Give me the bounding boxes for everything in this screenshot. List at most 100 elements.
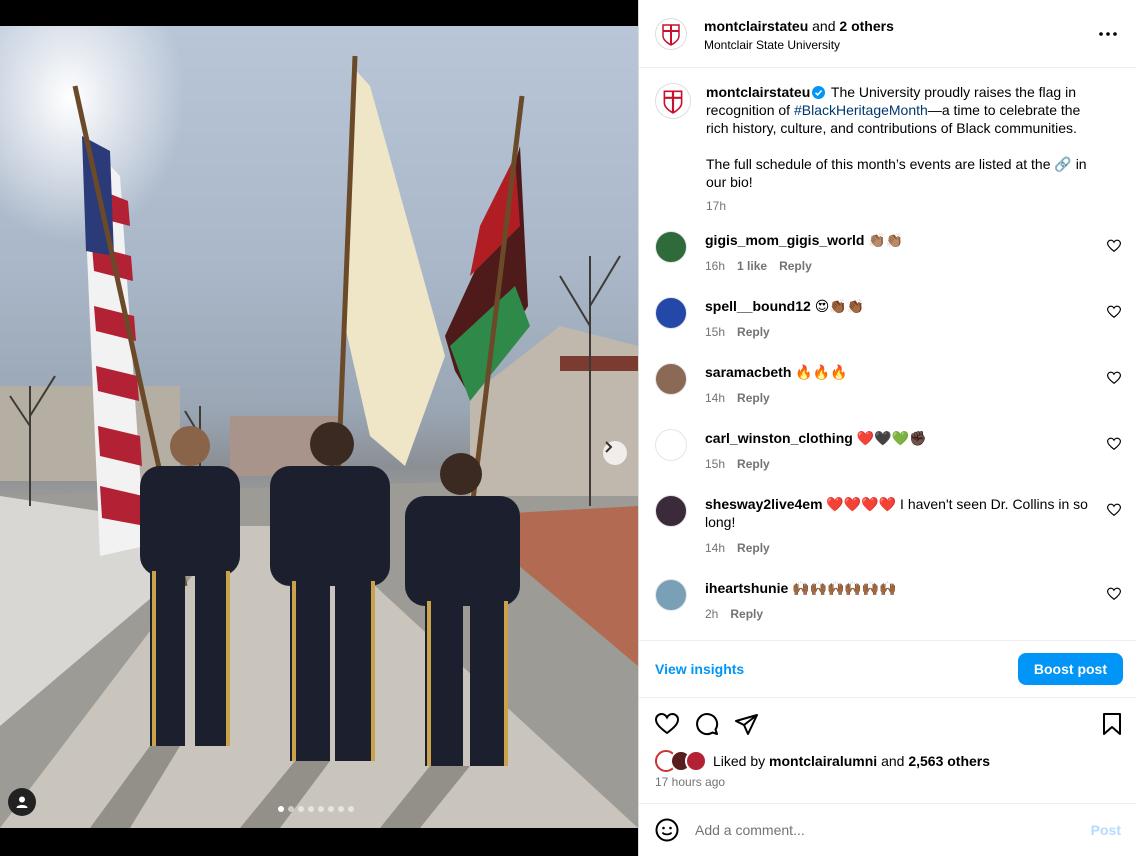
carousel-dot: [298, 806, 304, 812]
commenter-username[interactable]: spell__bound12: [705, 298, 811, 314]
post-photo[interactable]: [0, 26, 638, 828]
caption-text-second: The full schedule of this month’s events…: [706, 156, 1087, 190]
commenter-avatar[interactable]: [655, 297, 687, 329]
comment-item: iheartshunie 🙌🏾🙌🏾🙌🏾🙌🏾🙌🏾🙌🏾 2h Reply: [655, 579, 1121, 640]
carousel-dot: [328, 806, 334, 812]
carousel-dot: [278, 806, 284, 812]
reply-button[interactable]: Reply: [737, 457, 770, 471]
commenter-username[interactable]: saramacbeth: [705, 364, 791, 380]
comment-text: 😍👏🏾👏🏾: [814, 298, 865, 314]
collab-and-text: and: [812, 17, 836, 34]
comment-item: spell__bound12 😍👏🏾👏🏾 15h Reply: [655, 297, 1121, 363]
likes-prefix: Liked by: [713, 753, 766, 769]
liker-avatars: [655, 750, 707, 772]
comment-like-icon[interactable]: [1107, 371, 1121, 385]
commenter-avatar[interactable]: [655, 495, 687, 527]
heart-icon: [655, 713, 679, 735]
reply-button[interactable]: Reply: [737, 325, 770, 339]
reply-button[interactable]: Reply: [737, 391, 770, 405]
commenter-username[interactable]: gigis_mom_gigis_world: [705, 232, 864, 248]
likes-and: and: [881, 753, 905, 769]
author-avatar[interactable]: [655, 17, 687, 50]
comment-time[interactable]: 15h: [705, 325, 725, 339]
commenter-avatar[interactable]: [655, 429, 687, 461]
comment-input[interactable]: [695, 822, 1091, 838]
comment-like-icon[interactable]: [1107, 239, 1121, 253]
post-media: [0, 0, 638, 856]
likes-count[interactable]: 2,563 others: [908, 753, 990, 769]
insights-bar: View insights Boost post: [639, 640, 1136, 698]
share-icon: [735, 714, 758, 735]
commenter-username[interactable]: carl_winston_clothing: [705, 430, 853, 446]
caption-time: 17h: [706, 199, 727, 213]
university-logo-icon: [663, 90, 683, 114]
reply-button[interactable]: Reply: [779, 259, 812, 273]
comment-item: shesway2live4em ❤️❤️❤️❤️ I haven't seen …: [655, 495, 1121, 579]
carousel-dot: [348, 806, 354, 812]
comment-button[interactable]: [695, 712, 719, 736]
comment-time[interactable]: 14h: [705, 541, 725, 555]
comment-text: ❤️🖤💚✊🏿: [856, 430, 927, 446]
comment-item: carl_winston_clothing ❤️🖤💚✊🏿 15h Reply: [655, 429, 1121, 495]
commenter-username[interactable]: iheartshunie: [705, 580, 788, 596]
comment-text: 🔥🔥🔥: [795, 364, 848, 380]
commenter-avatar[interactable]: [655, 363, 687, 395]
comment-item: gigis_mom_gigis_world 👏🏽👏🏽 16h 1 like Reply: [655, 231, 1121, 297]
caption-username[interactable]: montclairstateu: [706, 84, 810, 100]
caption-hashtag[interactable]: #BlackHeritageMonth: [794, 102, 928, 118]
author-username[interactable]: montclairstateu: [704, 18, 808, 34]
reply-button[interactable]: Reply: [737, 541, 770, 555]
comment-like-icon[interactable]: [1107, 437, 1121, 451]
comment-likes[interactable]: 1 like: [737, 259, 767, 273]
emoji-button[interactable]: [655, 818, 679, 842]
comments-list[interactable]: montclairstateu The University proudly r…: [639, 69, 1136, 640]
comment-time[interactable]: 2h: [705, 607, 718, 621]
comment-like-icon[interactable]: [1107, 503, 1121, 517]
save-button[interactable]: [1102, 713, 1122, 735]
post-timestamp[interactable]: 17 hours ago: [655, 775, 725, 789]
comment-like-icon[interactable]: [1107, 587, 1121, 601]
carousel-indicator: [278, 806, 354, 812]
comment-text: 🙌🏾🙌🏾🙌🏾🙌🏾🙌🏾🙌🏾: [792, 580, 897, 596]
emoji-icon: [655, 818, 679, 842]
comment-icon: [696, 713, 719, 736]
tagged-users-button[interactable]: [8, 788, 36, 816]
next-media-button[interactable]: [603, 441, 627, 465]
view-insights-link[interactable]: View insights: [655, 661, 744, 677]
comment-text: 👏🏽👏🏽: [868, 232, 904, 248]
comment-time[interactable]: 15h: [705, 457, 725, 471]
bookmark-icon: [1103, 713, 1121, 735]
verified-badge-icon: [812, 86, 826, 99]
post-caption: montclairstateu The University proudly r…: [655, 83, 1121, 215]
comment-time[interactable]: 16h: [705, 259, 725, 273]
reply-button[interactable]: Reply: [730, 607, 763, 621]
share-button[interactable]: [735, 713, 759, 735]
collab-others[interactable]: 2 others: [839, 18, 893, 34]
post-comment-button[interactable]: Post: [1091, 822, 1121, 838]
carousel-dot: [308, 806, 314, 812]
carousel-dot: [288, 806, 294, 812]
commenter-avatar[interactable]: [655, 231, 687, 263]
post-location[interactable]: Montclair State University: [704, 38, 894, 52]
user-tag-icon: [16, 796, 28, 808]
comment-threads: gigis_mom_gigis_world 👏🏽👏🏽 16h 1 like Reply…: [655, 231, 1121, 640]
carousel-dot: [318, 806, 324, 812]
photo-illustration: [0, 26, 638, 828]
more-horizontal-icon: [1099, 32, 1117, 36]
commenter-username[interactable]: shesway2live4em: [705, 496, 823, 512]
liked-by-user[interactable]: montclairalumni: [769, 753, 877, 769]
more-options-button[interactable]: [1096, 22, 1120, 46]
comment-item: saramacbeth 🔥🔥🔥 14h Reply: [655, 363, 1121, 429]
liker-avatar: [685, 750, 707, 772]
caption-author-avatar[interactable]: [655, 83, 691, 119]
university-logo-icon: [662, 23, 680, 46]
boost-post-button[interactable]: Boost post: [1017, 653, 1123, 685]
comment-like-icon[interactable]: [1107, 305, 1121, 319]
like-button[interactable]: [655, 713, 679, 735]
add-comment-bar: Post: [639, 803, 1136, 856]
comment-time[interactable]: 14h: [705, 391, 725, 405]
likes-summary: Liked by montclairalumni and 2,563 other…: [655, 750, 990, 772]
commenter-avatar[interactable]: [655, 579, 687, 611]
carousel-dot: [338, 806, 344, 812]
post-header: montclairstateu and 2 others Montclair S…: [639, 0, 1136, 68]
